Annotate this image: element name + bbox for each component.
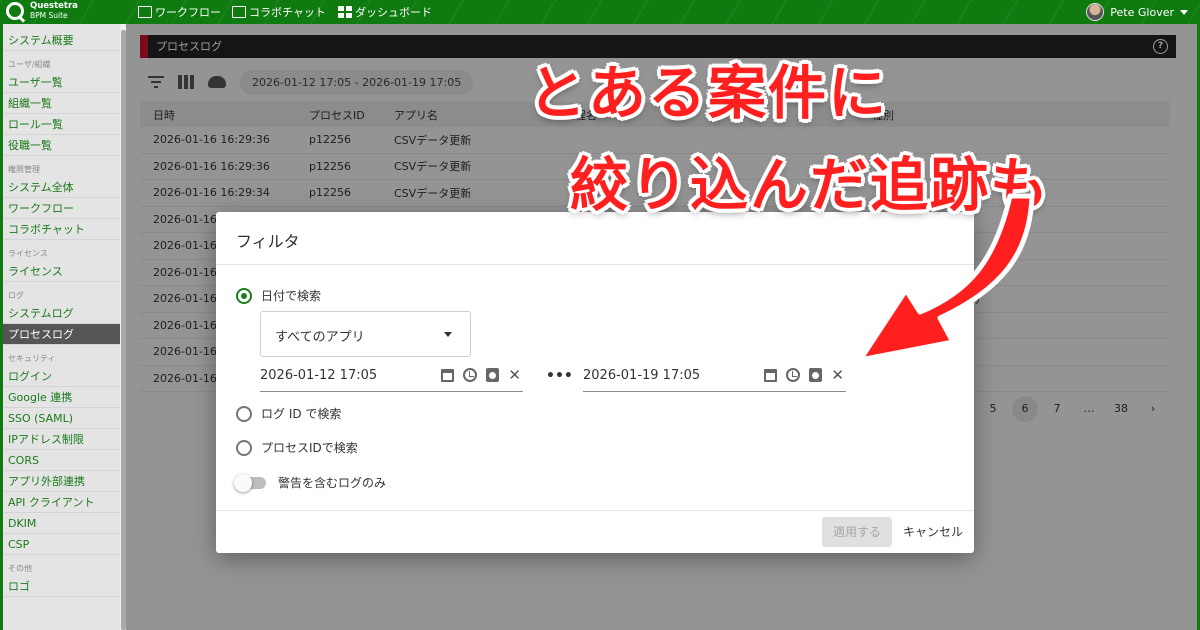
radio-unselected-icon — [236, 439, 252, 456]
dialog-divider-bottom — [216, 510, 974, 511]
avatar — [1086, 3, 1105, 21]
sidebar-item-api-client[interactable]: API クライアント — [3, 492, 120, 513]
warning-only-label: 警告を含むログのみ — [278, 476, 387, 490]
sidebar-item-ip-restriction[interactable]: IPアドレス制限 — [3, 429, 120, 450]
filter-dialog: フィルタ 日付で検索 すべてのアプリ 2026-01-12 17:05 ✕ ••… — [216, 212, 974, 553]
sidebar-item-user-list[interactable]: ユーザ一覧 — [3, 72, 120, 93]
clock-icon[interactable] — [463, 368, 478, 382]
nav-collab-chat[interactable]: コラボチャット — [232, 0, 326, 24]
sidebar-item-logo[interactable]: ロゴ — [3, 576, 120, 597]
range-separator: ••• — [546, 368, 573, 384]
radio-search-by-log-id-label: ログ ID で検索 — [261, 407, 342, 421]
annotation-line-2: 絞り込んだ追跡も — [570, 151, 1051, 219]
sidebar-item-login[interactable]: ログイン — [3, 366, 120, 387]
nav-workflow[interactable]: ワークフロー — [138, 0, 221, 24]
nav-dashboard[interactable]: ダッシュボード — [338, 0, 432, 24]
sidebar-item-position-list[interactable]: 役職一覧 — [3, 135, 120, 156]
dialog-divider-top — [216, 264, 974, 265]
dropdown-arrow-icon — [444, 332, 452, 337]
chat-icon — [232, 6, 246, 18]
sidebar-item-dkim[interactable]: DKIM — [3, 513, 120, 534]
sidebar-item-sso[interactable]: SSO (SAML) — [3, 408, 120, 429]
now-icon[interactable] — [486, 368, 500, 382]
sidebar-item-cors[interactable]: CORS — [3, 450, 120, 471]
app-select-value: すべてのアプリ — [275, 330, 365, 345]
annotation-line-1: とある案件に — [528, 59, 889, 127]
calendar-icon[interactable] — [764, 368, 778, 382]
radio-search-by-date[interactable]: 日付で検索 — [236, 287, 321, 304]
sidebar-heading-license: ライセンス — [8, 249, 48, 258]
workflow-icon — [138, 6, 152, 18]
nav-workflow-label: ワークフロー — [155, 6, 221, 19]
dashboard-icon — [338, 6, 352, 18]
radio-search-by-process-id[interactable]: プロセスIDで検索 — [236, 439, 358, 456]
sidebar-item-org-list[interactable]: 組織一覧 — [3, 93, 120, 114]
radio-unselected-icon — [236, 405, 252, 422]
date-from-value: 2026-01-12 17:05 — [260, 368, 378, 383]
brand-logo[interactable]: Questetra BPM Suite — [6, 2, 78, 20]
app-select[interactable]: すべてのアプリ — [260, 311, 471, 357]
nav-dashboard-label: ダッシュボード — [355, 6, 432, 19]
date-to-value: 2026-01-19 17:05 — [583, 368, 701, 383]
top-bar: Questetra BPM Suite ワークフロー コラボチャット ダッシュボ… — [0, 0, 1200, 24]
nav-collab-chat-label: コラボチャット — [249, 6, 326, 19]
brand-subtitle: BPM Suite — [30, 11, 68, 20]
sidebar-item-google[interactable]: Google 連携 — [3, 387, 120, 408]
sidebar-item-license[interactable]: ライセンス — [3, 261, 120, 282]
sidebar: システム概要 ユーザ/組織 ユーザ一覧 組織一覧 ロール一覧 役職一覧 権限管理… — [3, 24, 120, 630]
radio-search-by-log-id[interactable]: ログ ID で検索 — [236, 405, 341, 422]
radio-search-by-date-label: 日付で検索 — [261, 289, 322, 303]
sidebar-item-csp[interactable]: CSP — [3, 534, 120, 555]
sidebar-heading-log: ログ — [8, 291, 24, 300]
date-to-field[interactable]: 2026-01-19 17:05 ✕ — [583, 362, 846, 392]
sidebar-heading-other: その他 — [8, 564, 32, 573]
clock-icon[interactable] — [786, 368, 801, 382]
sidebar-item-workflow[interactable]: ワークフロー — [3, 198, 120, 219]
sidebar-item-system-wide[interactable]: システム全体 — [3, 177, 120, 198]
calendar-icon[interactable] — [441, 368, 455, 382]
sidebar-heading-users: ユーザ/組織 — [8, 60, 51, 69]
sidebar-item-system-overview[interactable]: システム概要 — [3, 30, 120, 51]
sidebar-item-system-log[interactable]: システムログ — [3, 303, 120, 324]
sidebar-item-collab-chat[interactable]: コラボチャット — [3, 219, 120, 240]
chevron-down-icon — [1180, 9, 1188, 15]
user-menu[interactable]: Pete Glover — [1086, 0, 1188, 24]
sidebar-item-app-integration[interactable]: アプリ外部連携 — [3, 471, 120, 492]
sidebar-heading-permissions: 権限管理 — [8, 165, 40, 174]
clear-icon[interactable]: ✕ — [508, 368, 521, 383]
clear-icon[interactable]: ✕ — [831, 368, 844, 383]
sidebar-item-process-log[interactable]: プロセスログ — [3, 324, 120, 345]
cancel-button[interactable]: キャンセル — [902, 517, 964, 547]
dialog-title: フィルタ — [236, 232, 300, 251]
brand-name: Questetra — [30, 1, 78, 11]
radio-selected-icon — [236, 287, 252, 304]
apply-button[interactable]: 適用する — [822, 517, 892, 547]
user-name: Pete Glover — [1110, 5, 1174, 19]
sidebar-heading-security: セキュリティ — [8, 354, 56, 363]
now-icon[interactable] — [809, 368, 823, 382]
warning-only-toggle[interactable]: 警告を含むログのみ — [234, 473, 387, 492]
toggle-track — [234, 473, 266, 492]
sidebar-item-role-list[interactable]: ロール一覧 — [3, 114, 120, 135]
questetra-logo-icon — [6, 2, 24, 20]
toggle-knob — [234, 473, 252, 492]
radio-search-by-process-id-label: プロセスIDで検索 — [261, 441, 358, 455]
date-from-field[interactable]: 2026-01-12 17:05 ✕ — [260, 362, 523, 392]
